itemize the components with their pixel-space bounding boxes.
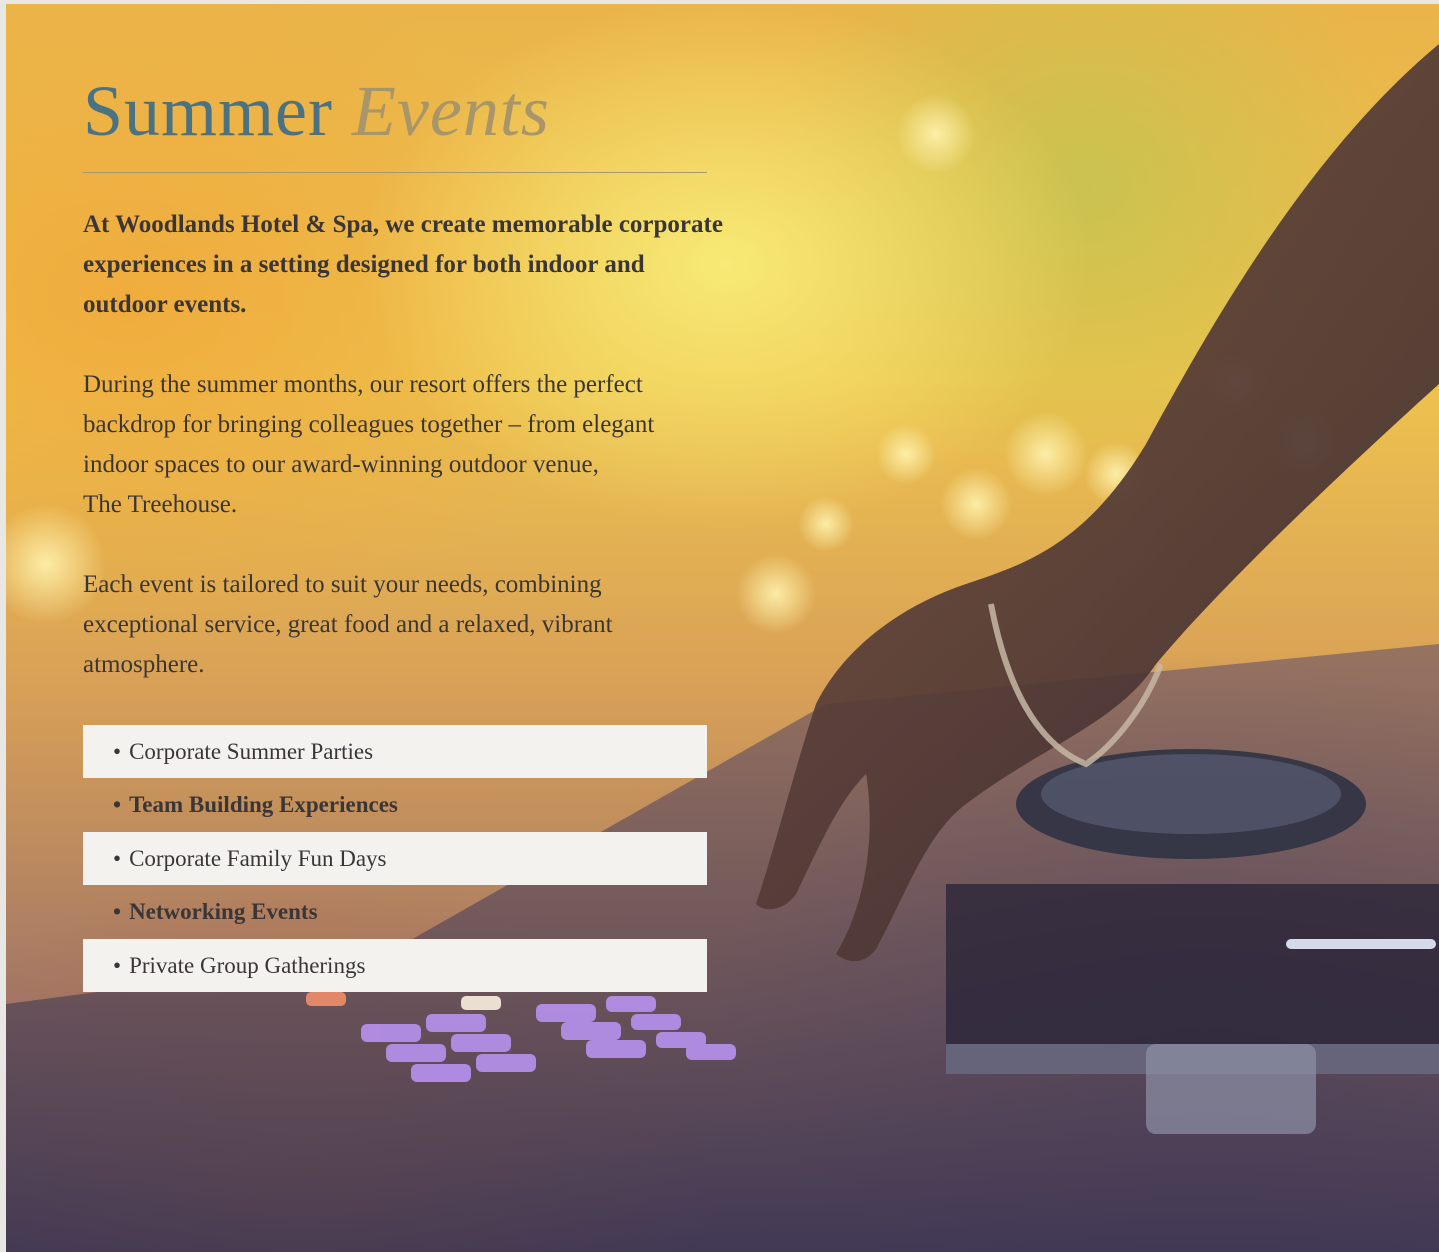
list-item: • Team Building Experiences (83, 778, 707, 832)
bullet: • (113, 738, 122, 764)
bullet: • (113, 952, 122, 978)
paragraph-line: indoor spaces to our award-winning outdo… (83, 451, 599, 478)
event-types-list: • Corporate Summer Parties • Team Buildi… (83, 725, 707, 992)
list-item: • Private Group Gatherings (83, 939, 707, 992)
intro-text: At Woodlands Hotel & Spa, we create memo… (83, 211, 723, 318)
list-item: • Networking Events (83, 885, 707, 939)
paragraph-tailored: Each event is tailored to suit your need… (83, 565, 743, 685)
list-item-label: Networking Events (129, 899, 318, 924)
list-item-label: Corporate Summer Parties (129, 738, 374, 764)
paragraph-line: Each event is tailored to suit your need… (83, 571, 602, 598)
paragraph-venue: During the summer months, our resort off… (83, 365, 743, 525)
paragraph-line: The Treehouse. (83, 491, 238, 518)
list-item: • Corporate Family Fun Days (83, 832, 707, 885)
list-item: • Corporate Summer Parties (83, 725, 707, 778)
content-column: Summer Events At Woodlands Hotel & Spa, … (83, 66, 743, 992)
list-item-label: Team Building Experiences (129, 792, 398, 817)
title-accent: Events (351, 71, 550, 151)
page-title: Summer Events (83, 66, 743, 156)
paragraph-line: atmosphere. (83, 651, 205, 678)
summer-events-page: Summer Events At Woodlands Hotel & Spa, … (6, 4, 1439, 1252)
bullet: • (113, 792, 122, 817)
list-item-label: Private Group Gatherings (129, 952, 366, 978)
list-item-label: Corporate Family Fun Days (129, 845, 387, 871)
paragraph-line: backdrop for bringing colleagues togethe… (83, 411, 655, 438)
paragraph-line: exceptional service, great food and a re… (83, 611, 613, 638)
title-plain: Summer (83, 71, 333, 151)
bullet: • (113, 899, 122, 924)
title-divider (83, 172, 707, 173)
paragraph-line: During the summer months, our resort off… (83, 371, 643, 398)
bullet: • (113, 845, 122, 871)
